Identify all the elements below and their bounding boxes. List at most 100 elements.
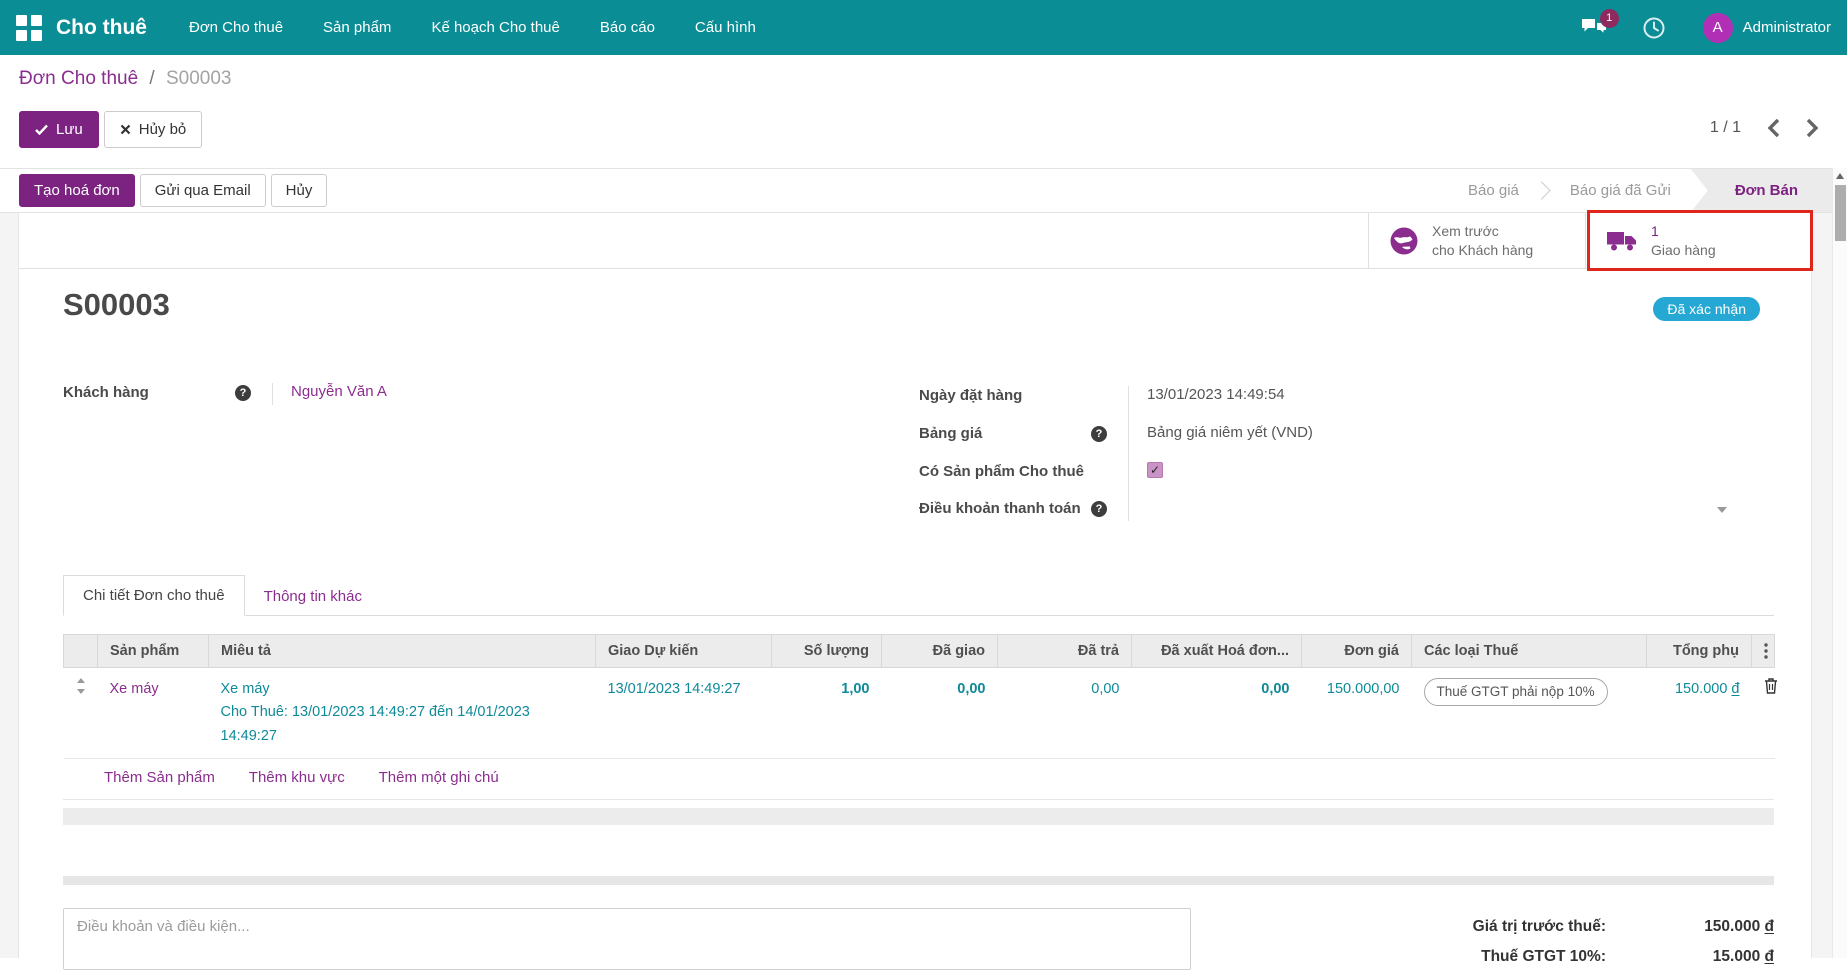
delivery-label: 1 Giao hàng (1651, 222, 1716, 258)
cancel-button[interactable]: Hủy (271, 174, 328, 207)
menu-rental-orders[interactable]: Đơn Cho thuê (189, 19, 283, 36)
header-product: Sản phẩm (98, 635, 209, 668)
tax-tag[interactable]: Thuế GTGT phải nộp 10% (1424, 678, 1608, 706)
tax-amount-value: 15.000 đ (1654, 948, 1774, 966)
field-rental-products: Có Sản phẩm Cho thuê (919, 462, 1789, 499)
save-button[interactable]: Lưu (19, 111, 99, 148)
row-drag-cell (64, 668, 98, 759)
column-options-kebab-icon[interactable] (1752, 635, 1775, 668)
cell-description[interactable]: Xe máy Cho Thuê: 13/01/2023 14:49:27 đến… (209, 668, 596, 759)
activities-button[interactable] (1643, 17, 1665, 39)
pager-next-icon[interactable] (1806, 118, 1819, 138)
payment-terms-label: Điều khoản thanh toán (919, 499, 1091, 517)
pricelist-label: Bảng giá (919, 424, 1091, 442)
message-count-badge: 1 (1600, 9, 1619, 28)
send-email-button[interactable]: Gửi qua Email (140, 174, 266, 207)
form-actions: Lưu Hủy bỏ (19, 111, 202, 148)
drag-handle-icon[interactable] (76, 678, 86, 694)
trash-icon[interactable] (1764, 678, 1778, 694)
tab-other-info[interactable]: Thông tin khác (245, 577, 381, 616)
clock-icon (1643, 17, 1665, 39)
discard-button[interactable]: Hủy bỏ (104, 111, 203, 148)
truck-icon (1606, 229, 1638, 253)
menu-rental-schedule[interactable]: Kế hoạch Cho thuê (431, 19, 559, 36)
scrollbar-thumb[interactable] (1835, 185, 1846, 241)
dropdown-caret-icon[interactable] (1717, 507, 1727, 513)
terms-and-conditions-input[interactable] (63, 908, 1191, 970)
rental-products-value (1128, 462, 1789, 499)
vertical-scrollbar[interactable] (1832, 168, 1847, 958)
customer-value[interactable]: Nguyễn Văn A (272, 383, 803, 405)
order-date-value[interactable]: 13/01/2023 14:49:54 (1128, 386, 1789, 424)
header-description: Miêu tả (209, 635, 596, 668)
help-icon[interactable] (235, 385, 251, 401)
customer-preview-button[interactable]: Xem trước cho Khách hàng (1368, 213, 1585, 268)
pager-counter: 1 / 1 (1710, 119, 1741, 137)
total-tax-row: Thuế GTGT 10%: 15.000 đ (1334, 948, 1774, 966)
table-header-row: Sản phẩm Miêu tả Giao Dự kiến Số lượng Đ… (64, 635, 1775, 668)
cell-invoiced[interactable]: 0,00 (1132, 668, 1302, 759)
header-quantity: Số lượng (772, 635, 882, 668)
breadcrumb-current: S00003 (166, 68, 232, 89)
check-icon (35, 124, 48, 135)
control-panel: Đơn Cho thuê / S00003 Lưu Hủy bỏ 1 / 1 (0, 55, 1847, 168)
cell-taxes[interactable]: Thuế GTGT phải nộp 10% (1412, 668, 1647, 759)
header-delivered: Đã giao (882, 635, 998, 668)
help-icon[interactable] (1091, 426, 1107, 442)
untaxed-amount-value: 150.000 đ (1654, 918, 1774, 936)
section-divider (63, 808, 1774, 825)
menu-reports[interactable]: Báo cáo (600, 19, 655, 36)
add-product-link[interactable]: Thêm Sản phẩm (104, 769, 215, 786)
statusbar: Tạo hoá đơn Gửi qua Email Hủy Báo giá Bá… (0, 168, 1847, 213)
header-taxes: Các loại Thuế (1412, 635, 1647, 668)
add-section-link[interactable]: Thêm khu vực (249, 769, 345, 786)
order-line-row[interactable]: Xe máy Xe máy Cho Thuê: 13/01/2023 14:49… (64, 668, 1775, 759)
order-date-label: Ngày đặt hàng (919, 386, 1091, 404)
apps-grid-icon[interactable] (16, 15, 42, 41)
menu-products[interactable]: Sản phẩm (323, 19, 391, 36)
cell-unit-price[interactable]: 150.000,00 (1302, 668, 1412, 759)
field-order-date: Ngày đặt hàng 13/01/2023 14:49:54 (919, 386, 1789, 424)
customer-label: Khách hàng (63, 383, 235, 401)
header-unit-price: Đơn giá (1302, 635, 1412, 668)
pager-previous-icon[interactable] (1767, 118, 1780, 138)
form-sheet: Xem trước cho Khách hàng 1 Giao hàng S00… (18, 213, 1812, 958)
step-sales-order[interactable]: Đơn Bán (1691, 169, 1832, 212)
step-quotation[interactable]: Báo giá (1448, 182, 1539, 199)
menu-settings[interactable]: Cấu hình (695, 19, 756, 36)
payment-terms-value[interactable] (1128, 499, 1789, 521)
order-lines-table-zone: Sản phẩm Miêu tả Giao Dự kiến Số lượng Đ… (63, 634, 1774, 885)
delivery-smart-button[interactable]: 1 Giao hàng (1585, 213, 1811, 268)
field-customer: Khách hàng Nguyễn Văn A (63, 383, 803, 405)
cell-quantity[interactable]: 1,00 (772, 668, 882, 759)
cell-returned[interactable]: 0,00 (998, 668, 1132, 759)
app-brand[interactable]: Cho thuê (56, 16, 147, 40)
notebook-tabs: Chi tiết Đơn cho thuê Thông tin khác (63, 573, 1774, 616)
scroll-up-icon[interactable] (1833, 168, 1847, 183)
section-divider (63, 876, 1774, 885)
cell-delivered[interactable]: 0,00 (882, 668, 998, 759)
status-badge: Đã xác nhận (1653, 297, 1760, 321)
cell-scheduled-date[interactable]: 13/01/2023 14:49:27 (596, 668, 772, 759)
field-group-right: Ngày đặt hàng 13/01/2023 14:49:54 Bảng g… (919, 386, 1789, 521)
cell-subtotal: 150.000 đ (1647, 668, 1752, 759)
breadcrumb-parent[interactable]: Đơn Cho thuê (19, 68, 138, 89)
messages-button[interactable]: 1 (1581, 17, 1607, 39)
pricelist-value[interactable]: Bảng giá niêm yết (VND) (1128, 424, 1789, 462)
top-navbar: Cho thuê Đơn Cho thuê Sản phẩm Kế hoạch … (0, 0, 1847, 55)
header-returned: Đã trả (998, 635, 1132, 668)
record-pager: 1 / 1 (1710, 118, 1819, 138)
user-avatar[interactable]: A (1703, 13, 1733, 43)
globe-icon (1389, 226, 1419, 256)
add-note-link[interactable]: Thêm một ghi chú (379, 769, 499, 786)
user-menu[interactable]: Administrator (1743, 19, 1831, 36)
rental-products-checkbox[interactable] (1147, 462, 1163, 478)
create-invoice-button[interactable]: Tạo hoá đơn (19, 174, 135, 207)
field-payment-terms: Điều khoản thanh toán (919, 499, 1789, 521)
tab-order-lines[interactable]: Chi tiết Đơn cho thuê (63, 575, 245, 616)
header-invoiced: Đã xuất Hoá đơn... (1132, 635, 1302, 668)
step-quotation-sent[interactable]: Báo giá đã Gửi (1550, 182, 1691, 199)
header-scheduled-date: Giao Dự kiến (596, 635, 772, 668)
cell-product[interactable]: Xe máy (98, 668, 209, 759)
help-icon[interactable] (1091, 501, 1107, 517)
